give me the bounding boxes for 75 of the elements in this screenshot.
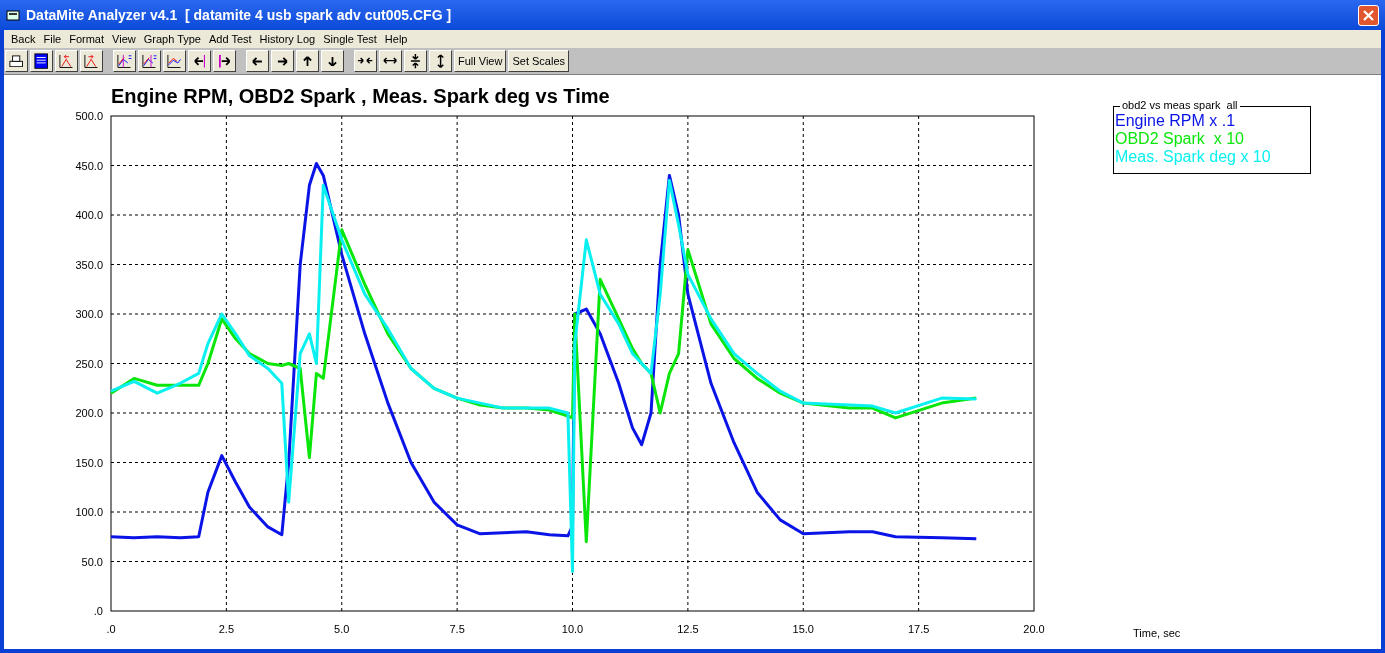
toolbar-button[interactable]	[354, 50, 377, 72]
compress-horizontal-icon	[357, 57, 374, 65]
menu-item[interactable]: Back	[7, 30, 40, 48]
toolbar-button[interactable]	[55, 50, 78, 72]
arrow-down-icon	[328, 55, 337, 67]
x-tick-label: .0	[106, 623, 116, 635]
toolbar-button[interactable]	[379, 50, 402, 72]
arrow-left-icon	[252, 56, 263, 66]
legend-entry: Engine RPM x .1	[1115, 112, 1237, 130]
menu-item[interactable]: Graph Type	[139, 30, 205, 48]
menu-item[interactable]: History Log	[255, 30, 320, 48]
arrow-up-icon	[303, 55, 312, 67]
menu-item[interactable]: Format	[65, 30, 109, 48]
chart-arrow-left-icon	[59, 53, 74, 69]
arrow-right-bar-icon	[218, 53, 231, 69]
window-title: DataMite Analyzer v4.1 [ datamite 4 usb spark adv cut005.CFG ]	[26, 5, 452, 25]
y-tick-label: 150.0	[75, 456, 103, 469]
menu-item[interactable]: View	[108, 30, 140, 48]
toolbar-button[interactable]	[138, 50, 161, 72]
toolbar-button[interactable]: Set Scales	[508, 50, 570, 72]
y-tick-label: 50.0	[81, 555, 103, 568]
line-chart-icon	[167, 53, 182, 69]
toolbar-button[interactable]: Full View	[454, 50, 507, 72]
y-tick-label: 100.0	[75, 506, 103, 518]
x-tick-label: 10.0	[561, 623, 584, 635]
menu-item[interactable]: Single Test	[319, 30, 381, 48]
expand-horizontal-icon	[383, 57, 398, 65]
toolbar-button[interactable]	[163, 50, 186, 72]
compress-vertical-icon	[410, 52, 421, 70]
y-tick-label: 500.0	[75, 110, 103, 122]
x-tick-label: 17.5	[907, 623, 930, 635]
toolbar-button[interactable]	[5, 50, 28, 72]
x-tick-label: 2.5	[218, 623, 234, 635]
toolbar-button[interactable]	[246, 50, 269, 72]
arrow-right-icon	[277, 56, 288, 66]
y-tick-label: 250.0	[75, 357, 103, 370]
toolbar-button[interactable]	[321, 50, 344, 72]
legend-entry: Meas. Spark deg x 10	[1115, 148, 1272, 166]
x-tick-label: 15.0	[792, 623, 814, 635]
y-tick-label: 400.0	[75, 209, 103, 221]
chart-title: Engine RPM, OBD2 Spark , Meas. Spark deg vs Time	[111, 85, 610, 107]
app-icon	[6, 9, 20, 21]
toolbar-button[interactable]	[113, 50, 136, 72]
arrow-left-bar-icon	[193, 53, 206, 69]
x-tick-label: 12.5	[677, 623, 699, 635]
y-tick-label: 350.0	[75, 258, 103, 271]
toolbar-button[interactable]	[188, 50, 211, 72]
toolbar-button[interactable]	[213, 50, 236, 72]
x-tick-label: 5.0	[334, 623, 350, 635]
toolbar-button[interactable]	[30, 50, 53, 72]
menu-item[interactable]: File	[39, 30, 66, 48]
y-tick-label: .0	[93, 605, 103, 617]
y-tick-label: 200.0	[75, 407, 103, 419]
screen-icon	[34, 52, 49, 70]
x-tick-label: 20.0	[1023, 623, 1045, 635]
toolbar-button[interactable]	[271, 50, 294, 72]
chart-arrow-right-icon	[84, 53, 99, 69]
toolbar-button[interactable]	[404, 50, 427, 72]
expand-vertical-icon	[436, 53, 445, 69]
close-icon	[1363, 9, 1374, 21]
toolbar-button[interactable]	[429, 50, 452, 72]
legend-title: obd2 vs meas spark all	[1120, 99, 1240, 112]
y-tick-label: 450.0	[75, 159, 103, 172]
menu-item[interactable]: Add Test	[205, 30, 256, 48]
printer-icon	[9, 54, 24, 68]
toolbar-button[interactable]	[296, 50, 319, 72]
chart-cursors-icon	[116, 53, 133, 69]
legend-entry: OBD2 Spark x 10	[1115, 130, 1245, 148]
menu-item[interactable]: Help	[380, 30, 412, 48]
x-tick-label: 7.5	[449, 623, 465, 635]
y-tick-label: 300.0	[75, 308, 103, 320]
toolbar-button[interactable]	[80, 50, 103, 72]
chart-cursors-icon	[141, 53, 158, 69]
close-button[interactable]	[1358, 4, 1379, 26]
axis-note: Time, sec	[1133, 627, 1181, 639]
